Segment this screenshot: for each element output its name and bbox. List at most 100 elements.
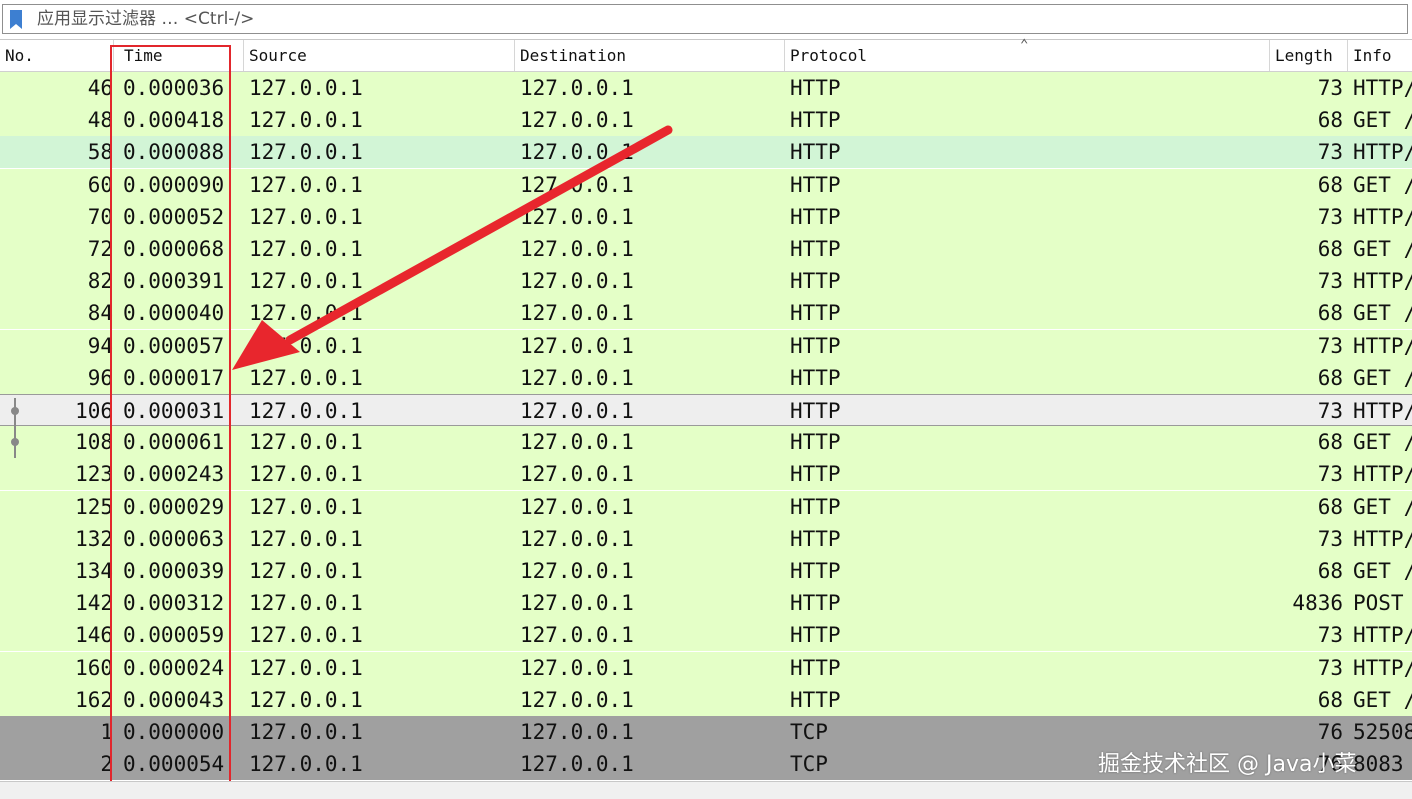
cell-destination: 127.0.0.1 bbox=[520, 172, 634, 197]
cell-source: 127.0.0.1 bbox=[249, 237, 363, 261]
display-filter-box[interactable] bbox=[2, 4, 1408, 34]
packet-row[interactable]: 160 0.000024 127.0.0.1 127.0.0.1 HTTP 73 HTTP/ bbox=[0, 651, 1412, 684]
packet-row[interactable]: 132 0.000063 127.0.0.1 127.0.0.1 HTTP 73 HTTP/ bbox=[0, 522, 1412, 555]
cell-no: 160 bbox=[75, 655, 113, 680]
packet-row[interactable]: 1 0.000000 127.0.0.1 127.0.0.1 TCP 76 52508 bbox=[0, 716, 1412, 748]
packet-row[interactable]: 46 0.000036 127.0.0.1 127.0.0.1 HTTP 73 HTTP/ bbox=[0, 72, 1412, 104]
bookmark-icon[interactable] bbox=[10, 10, 22, 29]
packet-row[interactable]: 70 0.000052 127.0.0.1 127.0.0.1 HTTP 73 HTTP/ bbox=[0, 200, 1412, 233]
packet-row[interactable]: 82 0.000391 127.0.0.1 127.0.0.1 HTTP 73 HTTP/ bbox=[0, 265, 1412, 298]
cell-source: 127.0.0.1 bbox=[249, 269, 363, 294]
column-header-time[interactable]: Time bbox=[114, 40, 244, 71]
cell-time: 0.000057 bbox=[123, 333, 225, 358]
cell-destination: 127.0.0.1 bbox=[520, 301, 634, 326]
cell-no: 60 bbox=[87, 172, 113, 197]
packet-row[interactable]: 142 0.000312 127.0.0.1 127.0.0.1 HTTP 4836 POS… bbox=[0, 587, 1412, 620]
cell-no: 46 bbox=[87, 76, 113, 100]
cell-source: 127.0.0.1 bbox=[249, 301, 363, 326]
column-label-time: Time bbox=[124, 46, 163, 65]
packet-row[interactable]: 58 0.000088 127.0.0.1 127.0.0.1 HTTP 73 HTTP/ bbox=[0, 136, 1412, 169]
packet-row[interactable]: 72 0.000068 127.0.0.1 127.0.0.1 HTTP 68 GET / bbox=[0, 233, 1412, 265]
cell-destination: 127.0.0.1 bbox=[520, 687, 634, 712]
cell-info: GET / bbox=[1353, 172, 1412, 197]
cell-protocol: HTTP bbox=[790, 204, 841, 229]
cell-info: HTTP/ bbox=[1353, 269, 1412, 294]
cell-info: GET / bbox=[1353, 237, 1412, 261]
cell-info: 52508 bbox=[1353, 720, 1412, 744]
cell-protocol: HTTP bbox=[790, 140, 841, 165]
cell-protocol: TCP bbox=[790, 752, 828, 777]
cell-length: 68 bbox=[1317, 237, 1343, 261]
cell-protocol: HTTP bbox=[790, 462, 841, 487]
cell-length: 73 bbox=[1317, 655, 1343, 680]
packet-row[interactable]: 123 0.000243 127.0.0.1 127.0.0.1 HTTP 73 HTTP/ bbox=[0, 458, 1412, 491]
cell-length: 68 bbox=[1317, 559, 1343, 583]
cell-destination: 127.0.0.1 bbox=[520, 623, 634, 648]
cell-no: 48 bbox=[87, 108, 113, 133]
packet-list-header: No. Time Source Destination Protocol Len… bbox=[0, 37, 1412, 72]
cell-no: 2 bbox=[100, 752, 113, 777]
packet-row[interactable]: 108 0.000061 127.0.0.1 127.0.0.1 HTTP 68 GET / bbox=[0, 426, 1412, 459]
packet-row[interactable]: 125 0.000029 127.0.0.1 127.0.0.1 HTTP 68 GET / bbox=[0, 490, 1412, 523]
cell-destination: 127.0.0.1 bbox=[520, 462, 634, 487]
cell-protocol: HTTP bbox=[790, 399, 841, 423]
cell-source: 127.0.0.1 bbox=[249, 687, 363, 712]
cell-time: 0.000039 bbox=[123, 559, 225, 583]
cell-length: 73 bbox=[1317, 140, 1343, 165]
cell-length: 73 bbox=[1317, 623, 1343, 648]
packet-row[interactable]: 84 0.000040 127.0.0.1 127.0.0.1 HTTP 68 GET / bbox=[0, 297, 1412, 330]
packet-row[interactable]: 134 0.000039 127.0.0.1 127.0.0.1 HTTP 68 GET / bbox=[0, 555, 1412, 587]
cell-length: 73 bbox=[1317, 526, 1343, 551]
packet-row[interactable]: 162 0.000043 127.0.0.1 127.0.0.1 HTTP 68 GET / bbox=[0, 683, 1412, 716]
cell-no: 125 bbox=[75, 494, 113, 519]
cell-source: 127.0.0.1 bbox=[249, 76, 363, 100]
cell-info: 8083 bbox=[1353, 752, 1404, 777]
cell-source: 127.0.0.1 bbox=[249, 655, 363, 680]
cell-info: GET / bbox=[1353, 687, 1412, 712]
cell-destination: 127.0.0.1 bbox=[520, 494, 634, 519]
cell-destination: 127.0.0.1 bbox=[520, 655, 634, 680]
display-filter-bar bbox=[0, 0, 1412, 40]
cell-no: 58 bbox=[87, 140, 113, 165]
cell-protocol: HTTP bbox=[790, 655, 841, 680]
column-header-source[interactable]: Source bbox=[244, 40, 515, 71]
cell-length: 73 bbox=[1317, 269, 1343, 294]
column-header-destination[interactable]: Destination bbox=[515, 40, 785, 71]
display-filter-input[interactable] bbox=[37, 7, 1397, 31]
packet-row[interactable]: 96 0.000017 127.0.0.1 127.0.0.1 HTTP 68 GET / bbox=[0, 361, 1412, 394]
cell-source: 127.0.0.1 bbox=[249, 365, 363, 390]
column-header-length[interactable]: Length bbox=[1270, 40, 1348, 71]
cell-destination: 127.0.0.1 bbox=[520, 108, 634, 133]
packet-row[interactable]: 60 0.000090 127.0.0.1 127.0.0.1 HTTP 68 GET / bbox=[0, 168, 1412, 201]
column-label-source: Source bbox=[249, 46, 307, 65]
cell-source: 127.0.0.1 bbox=[249, 591, 363, 616]
cell-info: GET / bbox=[1353, 365, 1412, 390]
cell-info: HTTP/ bbox=[1353, 333, 1412, 358]
sort-ascending-icon: ⌃ bbox=[1020, 37, 1029, 53]
cell-no: 134 bbox=[75, 559, 113, 583]
column-header-info[interactable]: Info bbox=[1348, 40, 1412, 71]
column-label-destination: Destination bbox=[520, 46, 626, 65]
cell-time: 0.000040 bbox=[123, 301, 225, 326]
packet-row[interactable]: 48 0.000418 127.0.0.1 127.0.0.1 HTTP 68 GET / bbox=[0, 104, 1412, 137]
cell-time: 0.000036 bbox=[123, 76, 225, 100]
cell-length: 68 bbox=[1317, 365, 1343, 390]
cell-protocol: HTTP bbox=[790, 430, 841, 455]
cell-time: 0.000031 bbox=[123, 399, 225, 423]
cell-time: 0.000063 bbox=[123, 526, 225, 551]
cell-destination: 127.0.0.1 bbox=[520, 399, 634, 423]
cell-time: 0.000243 bbox=[123, 462, 225, 487]
cell-destination: 127.0.0.1 bbox=[520, 430, 634, 455]
cell-info: HTTP/ bbox=[1353, 399, 1412, 423]
cell-no: 162 bbox=[75, 687, 113, 712]
cell-length: 4836 bbox=[1292, 591, 1343, 616]
cell-protocol: HTTP bbox=[790, 333, 841, 358]
cell-info: GET / bbox=[1353, 108, 1412, 133]
cell-length: 73 bbox=[1317, 204, 1343, 229]
packet-row[interactable]: 146 0.000059 127.0.0.1 127.0.0.1 HTTP 73 HTTP/ bbox=[0, 619, 1412, 652]
packet-row[interactable]: 94 0.000057 127.0.0.1 127.0.0.1 HTTP 73 HTTP/ bbox=[0, 329, 1412, 362]
column-header-no[interactable]: No. bbox=[0, 40, 114, 71]
watermark-text: 掘金技术社区 @ Java小菜 bbox=[1098, 752, 1357, 777]
packet-list-bottom-edge bbox=[0, 781, 1412, 799]
packet-row[interactable]: 106 0.000031 127.0.0.1 127.0.0.1 HTTP 73 HTTP/ bbox=[0, 394, 1412, 426]
